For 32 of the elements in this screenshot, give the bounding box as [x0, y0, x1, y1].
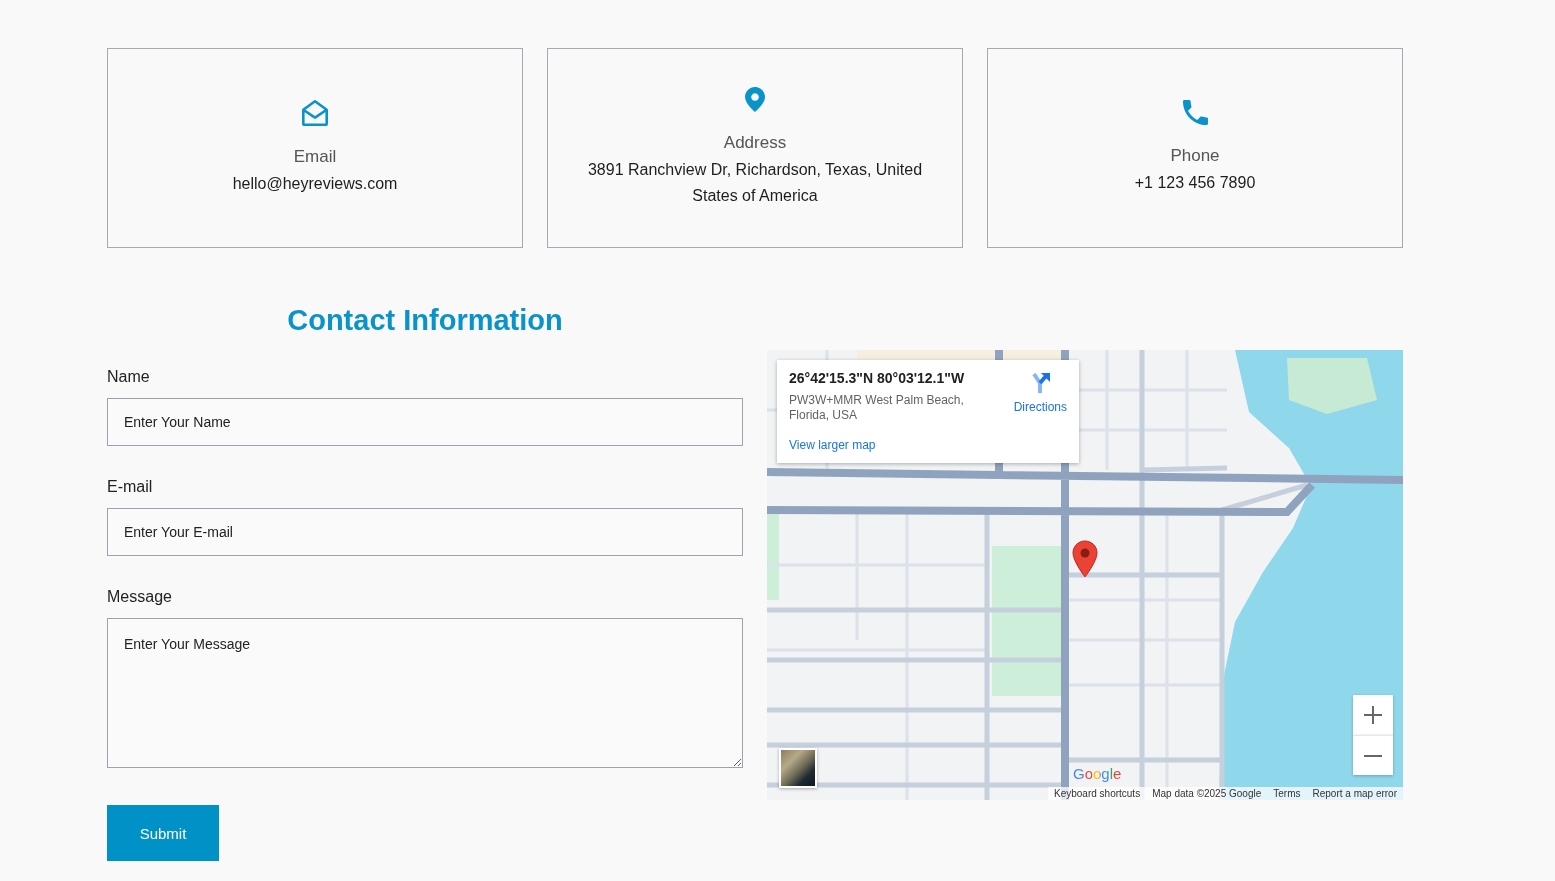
card-title: Phone — [1170, 145, 1220, 167]
message-textarea[interactable]: Enter Your Message — [107, 618, 743, 768]
minus-icon — [1364, 754, 1382, 757]
submit-button[interactable]: Submit — [107, 805, 219, 861]
zoom-in-button[interactable] — [1353, 695, 1393, 735]
card-value: 3891 Ranchview Dr, Richardson, Texas, United States of America — [586, 160, 924, 206]
view-larger-map-link[interactable]: View larger map — [789, 438, 876, 453]
map-footer-link[interactable]: Terms — [1273, 787, 1301, 800]
field-label: Name — [107, 367, 150, 387]
map-pin-icon — [1072, 540, 1098, 578]
envelope-icon — [302, 99, 328, 126]
card-value: hello@heyreviews.com — [232, 173, 398, 194]
zoom-out-button[interactable] — [1353, 735, 1393, 775]
field-label: Message — [107, 587, 172, 607]
coordinates-text: 26°42'15.3"N 80°03'12.1"W — [789, 370, 965, 386]
text-input[interactable]: Enter Your Name — [107, 398, 743, 446]
section-heading: Contact Information — [287, 303, 563, 338]
location-pin-icon — [745, 87, 765, 112]
field-label: E-mail — [107, 477, 153, 497]
place-address: PW3W+MMR West Palm Beach, Florida, USA — [789, 393, 965, 423]
card-value: +1 123 456 7890 — [1134, 173, 1256, 193]
directions-link[interactable]: Directions — [1013, 370, 1067, 414]
card-title: Address — [723, 132, 787, 154]
satellite-thumbnail[interactable] — [779, 748, 817, 788]
card-title: Email — [293, 145, 337, 168]
phone-icon — [1182, 100, 1208, 125]
map-footer-link[interactable]: Keyboard shortcuts — [1054, 787, 1141, 800]
map-footer-link[interactable]: Report a map error — [1312, 787, 1397, 800]
map-footer-link[interactable]: Map data ©2025 Google — [1152, 787, 1262, 800]
plus-icon — [1364, 706, 1382, 724]
directions-icon — [1030, 372, 1051, 394]
text-input[interactable]: Enter Your E-mail — [107, 508, 743, 556]
